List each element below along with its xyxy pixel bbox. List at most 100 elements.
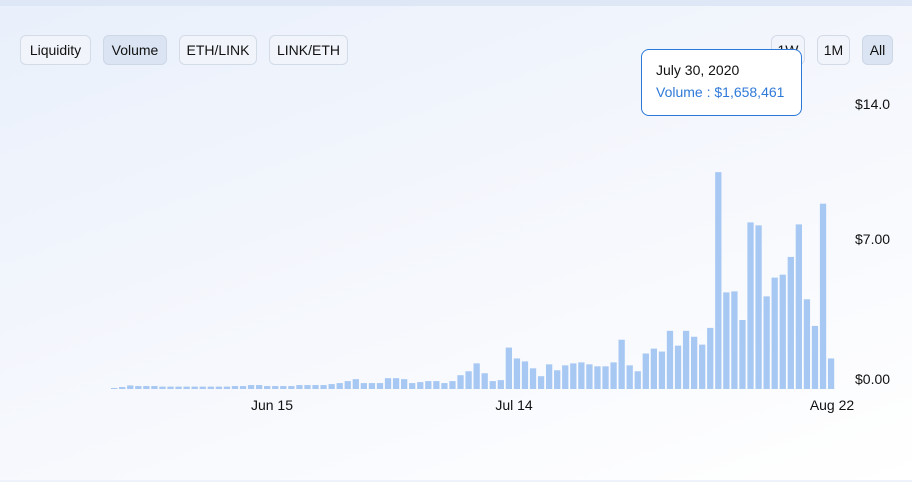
volume-bar[interactable] (336, 383, 343, 389)
bars-group (111, 172, 835, 389)
volume-bar[interactable] (368, 383, 376, 389)
volume-bar[interactable] (191, 386, 198, 389)
volume-bar[interactable] (747, 222, 754, 389)
volume-bar[interactable] (360, 383, 367, 389)
volume-bar[interactable] (763, 296, 770, 389)
volume-bar[interactable] (739, 320, 746, 389)
volume-bar[interactable] (691, 336, 698, 389)
volume-bar[interactable] (159, 386, 166, 389)
volume-bar[interactable] (562, 365, 569, 389)
volume-bar[interactable] (626, 365, 633, 389)
volume-bar[interactable] (755, 225, 762, 389)
volume-bar[interactable] (787, 256, 794, 389)
volume-bar[interactable] (320, 385, 327, 389)
volume-bar[interactable] (642, 353, 649, 389)
volume-bar[interactable] (135, 386, 142, 389)
volume-bar[interactable] (489, 381, 496, 389)
volume-bar[interactable] (779, 274, 786, 389)
volume-bar[interactable] (239, 386, 247, 389)
volume-bar[interactable] (376, 383, 384, 389)
volume-bar[interactable] (811, 325, 819, 389)
volume-bar[interactable] (111, 388, 118, 389)
volume-bar[interactable] (175, 386, 182, 389)
volume-bar[interactable] (513, 358, 521, 389)
volume-bar[interactable] (481, 373, 488, 389)
y-tick-label: $0.00 (855, 371, 890, 387)
volume-bar[interactable] (473, 363, 480, 389)
volume-bar[interactable] (183, 386, 190, 389)
volume-bar[interactable] (674, 345, 682, 389)
volume-bar[interactable] (256, 385, 263, 389)
volume-bar[interactable] (328, 384, 335, 389)
volume-bar[interactable] (537, 376, 545, 389)
volume-bar[interactable] (618, 339, 625, 389)
x-tick-label: Jul 14 (495, 397, 533, 413)
volume-bar[interactable] (441, 383, 448, 389)
volume-bar[interactable] (666, 330, 674, 389)
volume-bar[interactable] (819, 203, 827, 389)
volume-bar[interactable] (384, 378, 392, 389)
volume-bar[interactable] (352, 379, 359, 389)
volume-bar[interactable] (231, 386, 239, 389)
volume-bar[interactable] (795, 224, 802, 389)
volume-bar[interactable] (401, 379, 408, 389)
volume-bar[interactable] (707, 327, 714, 389)
volume-bar[interactable] (296, 385, 303, 389)
volume-bar[interactable] (546, 364, 553, 389)
volume-bar[interactable] (465, 371, 472, 389)
volume-bar[interactable] (529, 368, 537, 389)
volume-bar[interactable] (449, 381, 456, 389)
volume-bar[interactable] (827, 358, 835, 389)
volume-bar[interactable] (215, 386, 222, 389)
volume-bar[interactable] (699, 344, 706, 389)
volume-bar[interactable] (570, 363, 577, 389)
volume-bar[interactable] (264, 386, 271, 389)
volume-bar[interactable] (634, 371, 641, 389)
volume-bar[interactable] (521, 361, 529, 389)
volume-bar[interactable] (127, 385, 134, 389)
volume-bar[interactable] (803, 299, 811, 389)
volume-bar[interactable] (312, 385, 319, 389)
volume-bar[interactable] (578, 362, 585, 389)
volume-bar[interactable] (409, 383, 416, 389)
volume-bar[interactable] (610, 362, 617, 389)
volume-bar[interactable] (554, 370, 561, 389)
volume-bar[interactable] (594, 366, 601, 389)
tooltip-volume: Volume : $1,658,461 (656, 84, 785, 100)
y-tick-label: $7.00 (855, 231, 890, 247)
volume-bar[interactable] (280, 386, 287, 389)
volume-bar[interactable] (151, 386, 158, 389)
volume-bar[interactable] (425, 381, 432, 389)
volume-bar[interactable] (505, 347, 512, 389)
hover-tooltip: July 30, 2020 Volume : $1,658,461 (641, 49, 802, 116)
volume-bar[interactable] (272, 386, 279, 389)
volume-bar[interactable] (223, 386, 231, 389)
volume-bar[interactable] (731, 291, 738, 389)
volume-bar[interactable] (586, 364, 593, 389)
volume-bar[interactable] (715, 172, 722, 389)
y-tick-label: $14.0 (855, 96, 890, 112)
volume-bar[interactable] (417, 382, 424, 389)
volume-bar[interactable] (602, 366, 609, 389)
tooltip-date: July 30, 2020 (656, 62, 740, 78)
volume-bar[interactable] (497, 380, 504, 389)
volume-bar[interactable] (771, 277, 778, 389)
volume-bar[interactable] (658, 351, 666, 389)
volume-bar[interactable] (143, 386, 150, 389)
volume-bar[interactable] (723, 292, 730, 389)
volume-bar[interactable] (650, 348, 657, 389)
volume-bar[interactable] (392, 378, 400, 389)
volume-bar[interactable] (288, 386, 295, 389)
volume-bar[interactable] (304, 385, 311, 389)
volume-bar[interactable] (199, 386, 206, 389)
volume-bar[interactable] (167, 386, 174, 389)
volume-bar[interactable] (247, 385, 255, 389)
volume-bar[interactable] (119, 387, 126, 389)
volume-bar[interactable] (682, 330, 690, 389)
chart-card: Liquidity Volume ETH/LINK LINK/ETH 1W 1M… (0, 0, 912, 480)
volume-bar[interactable] (344, 381, 351, 389)
x-tick-label: Jun 15 (251, 397, 293, 413)
volume-bar[interactable] (207, 386, 214, 389)
volume-bar[interactable] (457, 375, 464, 389)
volume-bar[interactable] (433, 381, 440, 389)
